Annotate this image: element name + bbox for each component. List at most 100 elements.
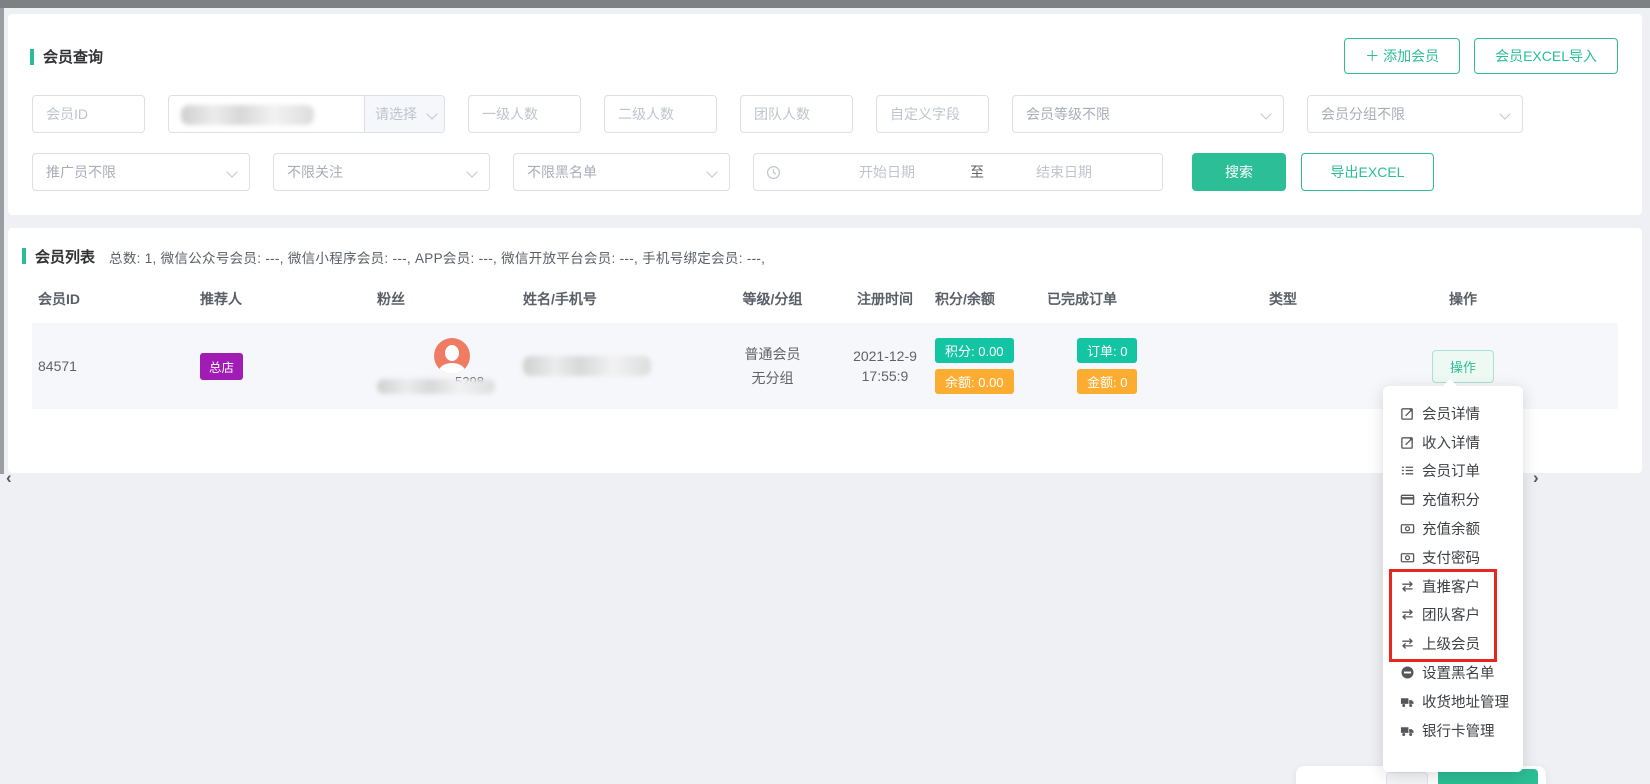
balance-badge: 余额: 0.00 — [935, 369, 1014, 394]
member-level-select[interactable]: 会员等级不限 — [1012, 95, 1284, 133]
menu-item-upline-member[interactable]: 上级会员 — [1383, 629, 1523, 658]
col-type: 类型 — [1188, 280, 1378, 323]
keyword-type-value: 请选择 — [375, 104, 417, 124]
list-title: 会员列表 — [35, 246, 95, 267]
menu-item-recharge-points[interactable]: 充值积分 — [1383, 485, 1523, 514]
exchange-icon — [1400, 579, 1415, 594]
menu-item-pay-password[interactable]: 支付密码 — [1383, 543, 1523, 572]
date-range-picker[interactable]: 开始日期 至 结束日期 — [753, 153, 1163, 191]
money-icon — [1400, 550, 1415, 565]
menu-item-set-blacklist[interactable]: 设置黑名单 — [1383, 658, 1523, 687]
list-icon — [1400, 463, 1415, 478]
amount-badge: 金额: 0 — [1077, 369, 1137, 394]
menu-item-recharge-balance[interactable]: 充值余额 — [1383, 514, 1523, 543]
chevron-down-icon — [426, 108, 437, 119]
add-member-button[interactable]: ＋ 添加会员 — [1344, 38, 1460, 74]
redacted-name-phone — [523, 356, 651, 376]
row-actions-menu: 会员详情 收入详情 会员订单 充值积分 充值余额 支付密码 直推客户 团队客户 … — [1383, 386, 1523, 772]
menu-item-income-detail[interactable]: 收入详情 — [1383, 428, 1523, 457]
scroll-right-arrow[interactable]: › — [1533, 468, 1539, 488]
col-completed-orders: 已完成订单 — [1041, 280, 1188, 323]
menu-item-member-orders[interactable]: 会员订单 — [1383, 457, 1523, 486]
excel-import-button[interactable]: 会员EXCEL导入 — [1474, 38, 1618, 74]
chevron-down-icon — [466, 166, 477, 177]
keyword-type-select[interactable]: 请选择 — [364, 96, 444, 132]
menu-item-team-customers[interactable]: 团队客户 — [1383, 601, 1523, 630]
table-row: 84571 总店 5298 普 — [32, 323, 1618, 409]
money-icon — [1400, 521, 1415, 536]
export-excel-button[interactable]: 导出EXCEL — [1301, 153, 1434, 191]
title-accent-bar — [30, 49, 34, 65]
cell-fans: 5298 — [371, 323, 517, 409]
member-stats: 总数: 1, 微信公众号会员: ---, 微信小程序会员: ---, APP会员… — [109, 247, 765, 267]
member-level: 普通会员 — [745, 344, 801, 364]
member-group-select[interactable]: 会员分组不限 — [1307, 95, 1523, 133]
ban-icon — [1400, 665, 1415, 680]
clock-icon — [766, 165, 781, 180]
table-header-row: 会员ID 推荐人 粉丝 姓名/手机号 等级/分组 注册时间 积分/余额 已完成订… — [32, 280, 1618, 323]
menu-item-bank-cards[interactable]: 银行卡管理 — [1383, 716, 1523, 745]
panel-title-row: 会员查询 — [30, 46, 103, 67]
col-fans: 粉丝 — [371, 280, 517, 323]
cell-name-phone — [517, 323, 704, 409]
truck-icon — [1400, 723, 1415, 738]
member-level-value: 会员等级不限 — [1026, 104, 1110, 124]
chevron-down-icon — [1260, 108, 1271, 119]
member-id-input[interactable] — [32, 95, 145, 133]
exchange-icon — [1400, 607, 1415, 622]
pagination-prev-button[interactable] — [1386, 772, 1428, 784]
member-query-panel: 会员查询 ＋ 添加会员 会员EXCEL导入 请选择 会员等级不限 会员分组不限 — [8, 14, 1642, 215]
avatar — [434, 338, 470, 374]
scroll-left-arrow[interactable]: ‹ — [6, 468, 12, 488]
redacted-keyword-value — [181, 105, 314, 125]
cell-type — [1188, 323, 1378, 409]
date-end-placeholder: 结束日期 — [1036, 162, 1092, 182]
edit-icon — [1400, 406, 1415, 421]
blacklist-value: 不限黑名单 — [527, 162, 597, 182]
redacted-fans-name — [377, 379, 495, 394]
title-accent-bar — [22, 248, 26, 264]
sidebar-edge-strip — [0, 8, 4, 474]
member-group-value: 会员分组不限 — [1321, 104, 1405, 124]
reg-date: 2021-12-9 — [853, 348, 917, 364]
browser-top-strip — [0, 0, 1650, 8]
follow-select[interactable]: 不限关注 — [273, 153, 490, 191]
level1-count-input[interactable] — [468, 95, 581, 133]
promoter-select[interactable]: 推广员不限 — [32, 153, 250, 191]
points-badge: 积分: 0.00 — [935, 338, 1014, 363]
row-action-button[interactable]: 操作 — [1432, 350, 1494, 383]
search-button[interactable]: 搜索 — [1192, 153, 1286, 191]
cell-member-id: 84571 — [32, 323, 194, 409]
member-table: 会员ID 推荐人 粉丝 姓名/手机号 等级/分组 注册时间 积分/余额 已完成订… — [32, 280, 1618, 409]
truck-icon — [1400, 694, 1415, 709]
edit-icon — [1400, 435, 1415, 450]
cell-points-balance: 积分: 0.00 余额: 0.00 — [929, 323, 1041, 409]
follow-value: 不限关注 — [287, 162, 343, 182]
col-reg-time: 注册时间 — [841, 280, 929, 323]
credit-card-icon — [1400, 492, 1415, 507]
exchange-icon — [1400, 636, 1415, 651]
cell-level-group: 普通会员 无分组 — [704, 323, 841, 409]
chevron-down-icon — [1499, 108, 1510, 119]
cell-referrer: 总店 — [194, 323, 371, 409]
orders-badge: 订单: 0 — [1077, 338, 1137, 363]
col-level-group: 等级/分组 — [704, 280, 841, 323]
col-points-balance: 积分/余额 — [929, 280, 1041, 323]
menu-item-direct-customers[interactable]: 直推客户 — [1383, 572, 1523, 601]
chevron-down-icon — [706, 166, 717, 177]
referrer-badge: 总店 — [200, 353, 243, 380]
level2-count-input[interactable] — [604, 95, 717, 133]
menu-item-shipping-address[interactable]: 收货地址管理 — [1383, 687, 1523, 716]
team-count-input[interactable] — [740, 95, 853, 133]
member-group: 无分组 — [752, 368, 794, 388]
keyword-input-group: 请选择 — [168, 95, 445, 133]
cell-completed-orders: 订单: 0 金额: 0 — [1041, 323, 1188, 409]
reg-time: 17:55:9 — [862, 368, 909, 384]
cell-reg-time: 2021-12-9 17:55:9 — [841, 323, 929, 409]
menu-item-member-detail[interactable]: 会员详情 — [1383, 399, 1523, 428]
date-start-placeholder: 开始日期 — [859, 162, 915, 182]
blacklist-select[interactable]: 不限黑名单 — [513, 153, 730, 191]
col-referrer: 推荐人 — [194, 280, 371, 323]
page-title: 会员查询 — [43, 46, 103, 67]
custom-field-input[interactable] — [876, 95, 989, 133]
